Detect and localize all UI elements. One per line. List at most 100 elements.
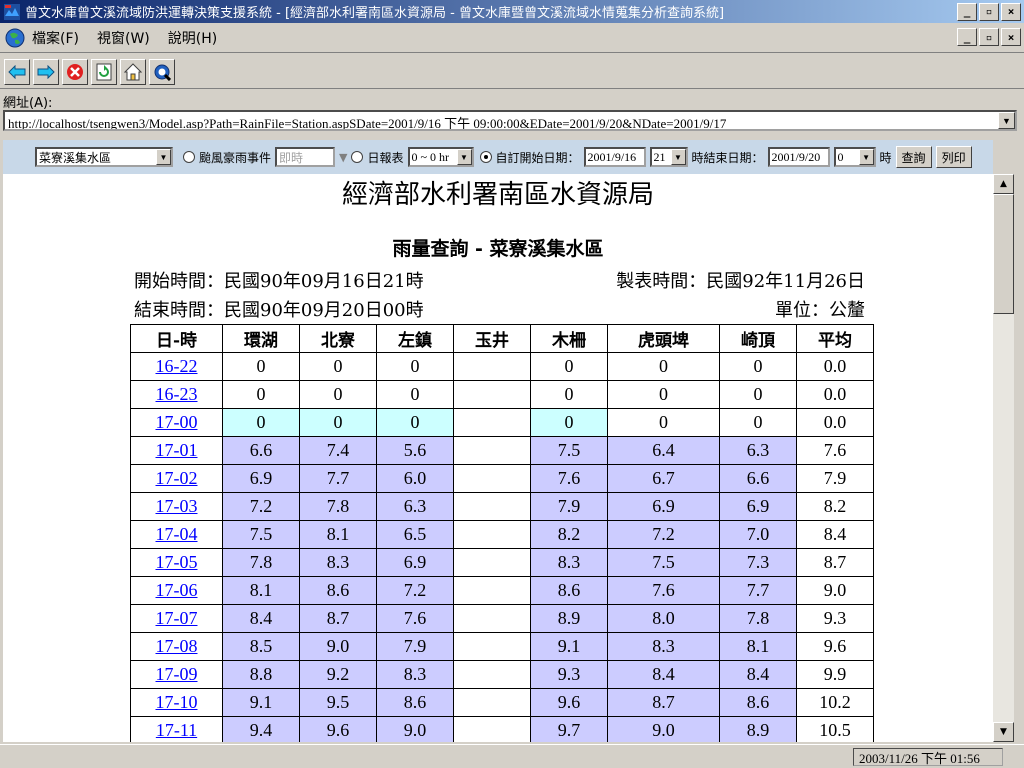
rain-cell (453, 632, 531, 661)
chevron-down-icon: ▼ (456, 149, 472, 165)
table-row: 17-08 8.5 9.0 7.9 9.1 8.3 8.1 9.6 (130, 632, 874, 661)
address-url: http://localhost/tsengwen3/Model.asp?Pat… (8, 116, 727, 131)
rain-cell: 7.3 (719, 548, 797, 577)
vertical-scrollbar[interactable]: ▲ ▼ (993, 174, 1014, 742)
menu-help[interactable]: 說明(H) (168, 28, 217, 48)
typhoon-radio[interactable] (183, 151, 195, 163)
rain-cell: 8.4 (719, 660, 797, 689)
address-label: 網址(A): (3, 96, 53, 111)
close-button[interactable]: × (1001, 2, 1021, 21)
rain-cell: 0 (719, 408, 797, 437)
basin-select[interactable]: 菜寮溪集水區 ▼ (35, 147, 173, 167)
address-input[interactable]: http://localhost/tsengwen3/Model.asp?Pat… (3, 110, 1017, 131)
rain-cell: 0 (299, 352, 377, 381)
print-button[interactable]: 列印 (935, 146, 972, 168)
chevron-down-icon: ▼ (156, 149, 171, 165)
typhoon-dropdown-icon[interactable]: ▼ (339, 151, 347, 164)
table-row: 17-06 8.1 8.6 7.2 8.6 7.6 7.7 9.0 (130, 576, 874, 605)
time-cell: 17-00 (130, 408, 223, 437)
address-dropdown-button[interactable]: ▼ (998, 112, 1015, 129)
start-time: 開始時間：民國90年09月16日21時 (134, 271, 424, 292)
rain-cell: 6.7 (607, 464, 720, 493)
time-link[interactable]: 17-08 (156, 636, 198, 656)
rain-cell: 7.8 (719, 604, 797, 633)
rain-cell: 9.0 (299, 632, 377, 661)
scroll-thumb[interactable] (993, 194, 1014, 314)
typhoon-label: 颱風豪雨事件 (199, 150, 272, 165)
custom-date-radio[interactable] (479, 151, 492, 163)
query-controls: 菜寮溪集水區 ▼ 颱風豪雨事件 即時 ▼ 日報表 0 ~ 0 hr ▼ 自訂開始… (3, 140, 993, 174)
rain-cell: 8.3 (607, 632, 720, 661)
time-cell: 17-11 (130, 716, 223, 742)
time-link[interactable]: 17-11 (156, 720, 197, 740)
back-button[interactable] (4, 58, 30, 85)
rain-cell: 6.3 (719, 436, 797, 465)
rain-cell: 9.6 (299, 716, 377, 742)
typhoon-event-input[interactable]: 即時 (275, 147, 336, 167)
rain-cell: 6.9 (719, 492, 797, 521)
search-button[interactable] (149, 58, 175, 85)
rain-cell: 8.8 (222, 660, 300, 689)
rain-cell (453, 548, 531, 577)
time-link[interactable]: 17-04 (156, 524, 198, 544)
hour-range-select[interactable]: 0 ~ 0 hr ▼ (407, 147, 474, 167)
mdi-minimize-button[interactable]: _ (957, 28, 977, 46)
start-date-input[interactable]: 2001/9/16 (583, 147, 646, 167)
time-link[interactable]: 16-22 (156, 356, 198, 376)
minimize-button[interactable]: _ (957, 2, 977, 21)
chevron-down-icon: ▼ (670, 149, 686, 165)
time-link[interactable]: 17-09 (156, 664, 198, 684)
time-link[interactable]: 17-10 (156, 692, 198, 712)
restore-button[interactable]: ▫ (979, 2, 999, 21)
time-cell: 17-03 (130, 492, 223, 521)
chevron-down-icon: ▼ (858, 149, 874, 165)
rain-cell: 5.6 (376, 436, 454, 465)
time-link[interactable]: 17-06 (156, 580, 198, 600)
rain-cell: 7.5 (607, 548, 720, 577)
time-cell: 16-22 (130, 352, 223, 381)
rain-cell: 0 (607, 352, 720, 381)
time-link[interactable]: 17-03 (156, 496, 198, 516)
table-row: 17-11 9.4 9.6 9.0 9.7 9.0 8.9 10.5 (130, 716, 874, 742)
time-cell: 17-05 (130, 548, 223, 577)
refresh-button[interactable] (91, 58, 117, 85)
rain-cell: 0 (376, 352, 454, 381)
rain-cell: 7.6 (376, 604, 454, 633)
query-button[interactable]: 查詢 (895, 146, 932, 168)
time-link[interactable]: 16-23 (156, 384, 198, 404)
menu-file[interactable]: 檔案(F) (32, 28, 79, 48)
mdi-restore-button[interactable]: ▫ (979, 28, 999, 46)
start-hour-select[interactable]: 21 ▼ (649, 147, 688, 167)
time-link[interactable]: 17-05 (156, 552, 198, 572)
scroll-down-button[interactable]: ▼ (993, 722, 1014, 742)
rain-cell: 6.4 (607, 436, 720, 465)
rain-cell: 7.2 (222, 492, 300, 521)
rain-cell: 8.7 (796, 548, 874, 577)
rain-cell (453, 380, 531, 409)
rain-cell: 8.2 (530, 520, 608, 549)
daily-report-radio[interactable] (351, 151, 364, 163)
mdi-close-button[interactable]: × (1001, 28, 1021, 46)
rain-cell (453, 492, 531, 521)
scroll-up-button[interactable]: ▲ (993, 174, 1014, 194)
rain-cell: 9.3 (796, 604, 874, 633)
end-hour-select[interactable]: 0 ▼ (833, 147, 876, 167)
stop-button[interactable] (62, 58, 88, 85)
time-link[interactable]: 17-02 (156, 468, 198, 488)
rain-cell: 8.3 (376, 660, 454, 689)
rain-cell: 0.0 (796, 352, 874, 381)
home-button[interactable] (120, 58, 146, 85)
time-link[interactable]: 17-00 (156, 412, 198, 432)
rain-cell: 8.5 (222, 632, 300, 661)
rain-cell: 6.6 (222, 436, 300, 465)
end-date-input[interactable]: 2001/9/20 (767, 147, 830, 167)
forward-button[interactable] (33, 58, 59, 85)
table-row: 17-10 9.1 9.5 8.6 9.6 8.7 8.6 10.2 (130, 688, 874, 717)
time-link[interactable]: 17-07 (156, 608, 198, 628)
time-link[interactable]: 17-01 (156, 440, 198, 460)
table-row: 17-00 0 0 0 0 0 0 0.0 (130, 408, 874, 437)
rain-cell: 7.8 (222, 548, 300, 577)
rain-cell: 0 (719, 380, 797, 409)
menu-window[interactable]: 視窗(W) (97, 28, 150, 48)
time-cell: 17-04 (130, 520, 223, 549)
